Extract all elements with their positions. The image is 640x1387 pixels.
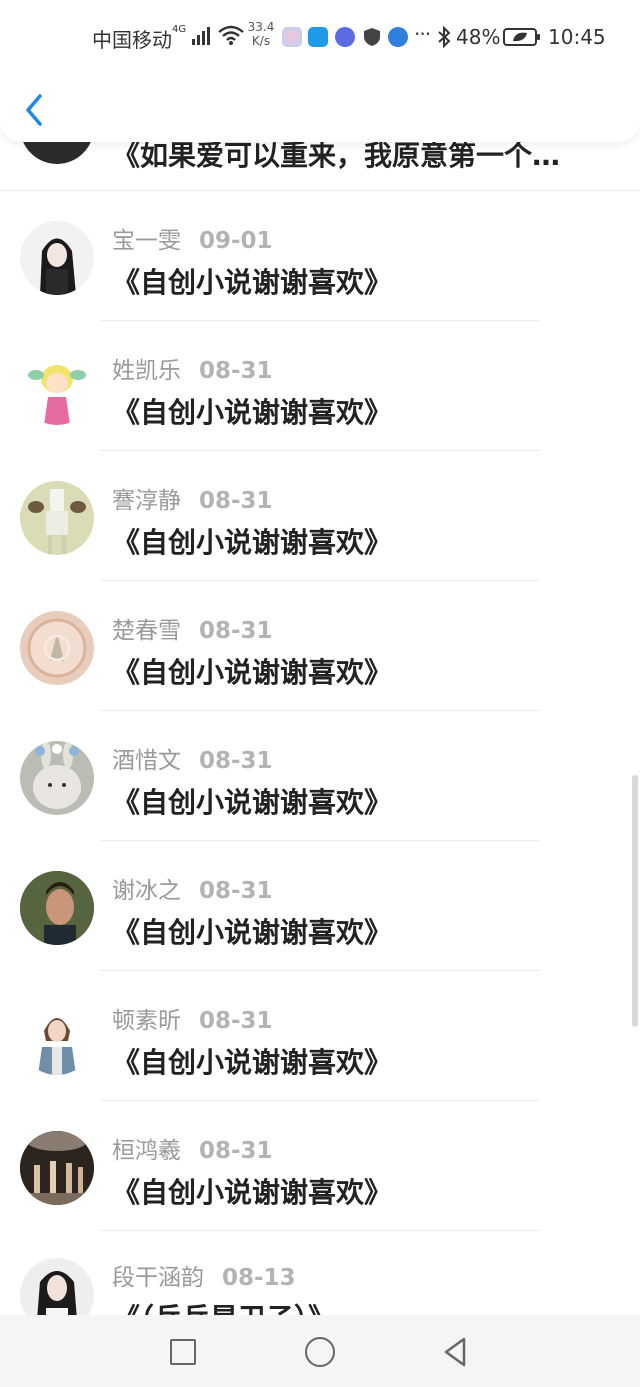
author-name[interactable]: 段干涵韵 [112,1265,204,1291]
clock: 10:45 [548,25,606,49]
author-name[interactable]: 謇淳静 [112,488,181,514]
author-line: 谢冰之 08-31 [112,871,273,905]
avatar[interactable] [20,611,94,685]
list-item[interactable]: 姓凯乐 08-31 《自创小说谢谢喜欢》 [0,321,640,451]
author-name[interactable]: 顿素昕 [112,1008,181,1034]
music-icon [335,27,355,47]
list-item[interactable]: 桓鸿羲 08-31 《自创小说谢谢喜欢》 [0,1101,640,1231]
list-item-title: 《自创小说谢谢喜欢》 [112,786,393,819]
list-item-title: 《自创小说谢谢喜欢》 [112,656,393,689]
post-date: 08-31 [199,1008,273,1034]
author-line: 段干涵韵 08-13 [112,1258,296,1292]
list-item-title: 《自创小说谢谢喜欢》 [112,916,393,949]
net-speed: 33.4 K/s [247,20,275,48]
list-item-title: 《自创小说谢谢喜欢》 [112,1176,393,1209]
app-icon [388,27,408,47]
author-name[interactable]: 桓鸿羲 [112,1138,181,1164]
gallery-icon [282,27,302,47]
post-date: 08-31 [199,1138,273,1164]
scrollbar[interactable] [632,775,638,1027]
list-item[interactable]: 謇淳静 08-31 《自创小说谢谢喜欢》 [0,451,640,581]
avatar[interactable] [20,1131,94,1205]
avatar[interactable] [20,351,94,425]
post-date: 08-31 [199,878,273,904]
avatar[interactable] [20,871,94,945]
post-date: 08-31 [199,488,273,514]
author-name[interactable]: 宝一雯 [112,228,181,254]
author-line: 楚春雪 08-31 [112,611,273,645]
list-item[interactable]: 宝一雯 09-01 《自创小说谢谢喜欢》 [0,191,640,321]
post-date: 08-31 [199,748,273,774]
bluetooth-icon [438,26,451,48]
chevron-left-icon[interactable] [20,90,50,130]
author-line: 宝一雯 09-01 [112,221,273,255]
network-type: 4G [172,24,187,35]
post-date: 08-13 [222,1265,296,1291]
avatar[interactable] [20,481,94,555]
avatar[interactable] [20,1001,94,1075]
nav-bar [0,1315,640,1387]
author-line: 顿素昕 08-31 [112,1001,273,1035]
author-name[interactable]: 酒惜文 [112,748,181,774]
list-item[interactable]: 顿素昕 08-31 《自创小说谢谢喜欢》 [0,971,640,1101]
signal-icon [192,27,210,45]
avatar[interactable] [20,221,94,295]
comment-list: 《如果爱可以重来，我原意第一个… 宝一雯 09-01 《自创小说谢谢喜欢》 姓凯乐… [0,0,640,1387]
list-item-title: 《自创小说谢谢喜欢》 [112,526,393,559]
author-name[interactable]: 谢冰之 [112,878,181,904]
author-line: 謇淳静 08-31 [112,481,273,515]
circle-icon[interactable] [305,1337,335,1367]
author-name[interactable]: 楚春雪 [112,618,181,644]
shield-icon [364,28,380,46]
post-date: 08-31 [199,618,273,644]
author-line: 姓凯乐 08-31 [112,351,273,385]
list-item-title: 《自创小说谢谢喜欢》 [112,266,393,299]
wifi-icon [218,25,244,45]
battery-icon [503,28,540,46]
post-date: 08-31 [199,358,273,384]
square-icon[interactable] [170,1339,196,1365]
list-item-title: 《自创小说谢谢喜欢》 [112,1046,393,1079]
more-icon: ··· [414,22,431,46]
status-bar: 中国移动4G 33.4 K/s ··· 48% 10:45 [0,0,640,76]
triangle-back-icon[interactable] [440,1335,470,1369]
list-item[interactable]: 酒惜文 08-31 《自创小说谢谢喜欢》 [0,711,640,841]
browser-icon [308,27,328,47]
carrier-name: 中国移动4G [92,24,187,52]
list-item-title: 《自创小说谢谢喜欢》 [112,396,393,429]
list-item[interactable]: 楚春雪 08-31 《自创小说谢谢喜欢》 [0,581,640,711]
author-line: 桓鸿羲 08-31 [112,1131,273,1165]
battery-percent: 48% [456,25,501,49]
post-date: 09-01 [199,228,273,254]
author-line: 酒惜文 08-31 [112,741,273,775]
author-name[interactable]: 姓凯乐 [112,358,181,384]
avatar[interactable] [20,741,94,815]
list-item[interactable]: 谢冰之 08-31 《自创小说谢谢喜欢》 [0,841,640,971]
